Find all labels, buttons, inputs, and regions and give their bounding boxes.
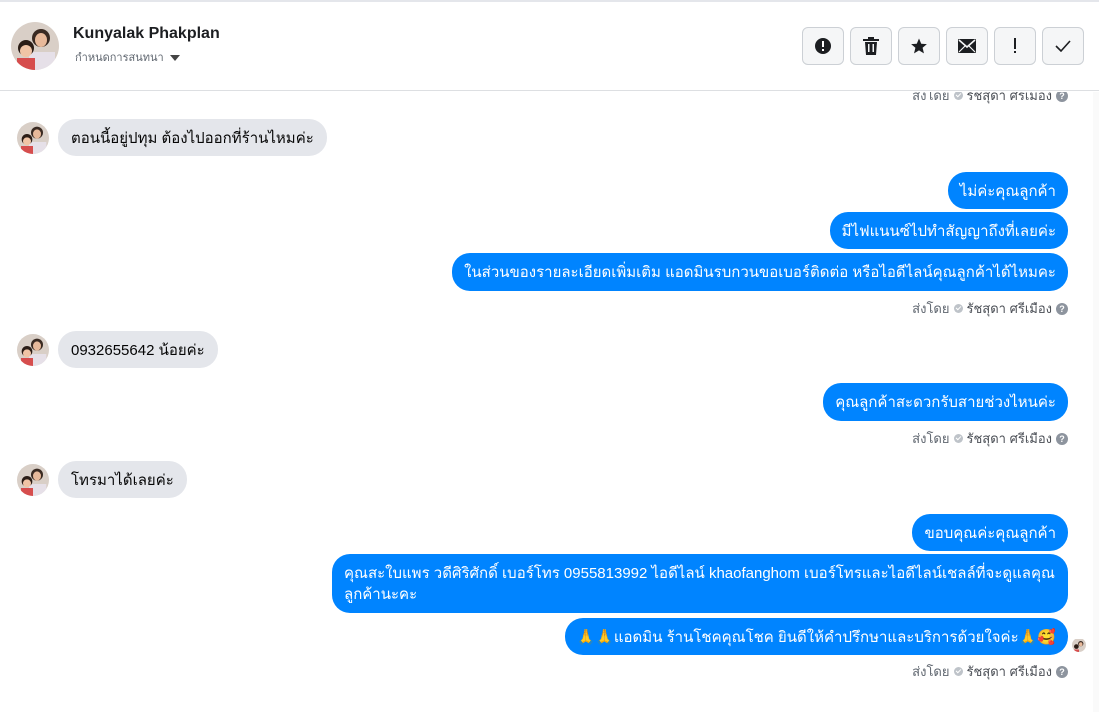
assign-conversation-dropdown[interactable]: กำหนดการสนทนา xyxy=(75,48,180,66)
report-spam-button[interactable] xyxy=(802,27,844,65)
envelope-icon xyxy=(958,39,976,53)
assign-conversation-label: กำหนดการสนทนา xyxy=(75,51,164,64)
scrollbar[interactable] xyxy=(1093,92,1099,712)
help-icon[interactable]: ? xyxy=(1056,432,1068,445)
alert-circle-icon xyxy=(815,38,831,54)
sent-by-label: ส่งโดย รัชสุดา ศรีเมือง ? xyxy=(912,298,1068,319)
outgoing-message[interactable]: 🙏🙏แอดมิน ร้านโชคคุณโชค ยินดีให้คำปรึกษาแ… xyxy=(564,618,1068,655)
message-thread[interactable]: ส่งโดย รัชสุดา ศรีเมือง ? ตอนนี้อยู่ปทุม… xyxy=(0,92,1099,712)
outgoing-message[interactable]: ในส่วนของรายละเอียดเพิ่มเติม แอดมินรบกวน… xyxy=(452,253,1068,291)
contact-avatar-small[interactable] xyxy=(17,463,49,496)
sent-by-label: ส่งโดย รัชสุดา ศรีเมือง ? xyxy=(912,661,1068,682)
check-icon xyxy=(953,667,963,676)
incoming-message-row: โทรมาได้เลยค่ะ xyxy=(17,461,187,498)
outgoing-message[interactable]: มีไฟแนนซ์ไปทำสัญญาถึงที่เลยค่ะ xyxy=(829,212,1068,249)
sent-by-label: ส่งโดย รัชสุดา ศรีเมือง ? xyxy=(912,92,1068,106)
help-icon[interactable]: ? xyxy=(1056,92,1068,102)
caret-down-icon xyxy=(169,54,180,61)
agent-name[interactable]: รัชสุดา ศรีเมือง xyxy=(967,661,1053,682)
contact-avatar-small[interactable] xyxy=(17,333,49,366)
trash-icon xyxy=(863,37,879,55)
agent-name[interactable]: รัชสุดา ศรีเมือง xyxy=(967,92,1053,106)
agent-name[interactable]: รัชสุดา ศรีเมือง xyxy=(967,428,1053,449)
outgoing-message[interactable]: คุณสะใบแพร วดีศิริศักดิ์ เบอร์โทร 095581… xyxy=(332,554,1068,613)
contact-avatar-small[interactable] xyxy=(17,121,49,154)
contact-name[interactable]: Kunyalak Phakplan xyxy=(73,25,220,43)
contact-avatar[interactable] xyxy=(11,22,59,70)
agent-name[interactable]: รัชสุดา ศรีเมือง xyxy=(967,298,1053,319)
check-icon xyxy=(1055,40,1071,52)
incoming-message[interactable]: โทรมาได้เลยค่ะ xyxy=(58,461,187,498)
delete-button[interactable] xyxy=(850,27,892,65)
outgoing-message[interactable]: ไม่ค่ะคุณลูกค้า xyxy=(947,172,1068,209)
incoming-message[interactable]: ตอนนี้อยู่ปทุม ต้องไปออกที่ร้านไหมค่ะ xyxy=(58,119,327,156)
incoming-message-row: ตอนนี้อยู่ปทุม ต้องไปออกที่ร้านไหมค่ะ xyxy=(17,119,327,156)
check-icon xyxy=(953,92,963,100)
check-icon xyxy=(953,434,963,443)
star-icon xyxy=(911,38,927,54)
help-icon[interactable]: ? xyxy=(1056,665,1068,678)
help-icon[interactable]: ? xyxy=(1056,302,1068,315)
conversation-actions xyxy=(802,27,1084,65)
mark-done-button[interactable] xyxy=(1042,27,1084,65)
outgoing-message[interactable]: ขอบคุณค่ะคุณลูกค้า xyxy=(912,514,1068,551)
outgoing-message[interactable]: คุณลูกค้าสะดวกรับสายช่วงไหนค่ะ xyxy=(823,383,1068,421)
incoming-message-row: 0932655642 น้อยค่ะ xyxy=(17,331,218,368)
check-icon xyxy=(953,304,963,313)
sent-by-label: ส่งโดย รัชสุดา ศรีเมือง ? xyxy=(912,428,1068,449)
incoming-message[interactable]: 0932655642 น้อยค่ะ xyxy=(58,331,218,368)
exclamation-icon xyxy=(1014,38,1016,53)
mark-unread-button[interactable] xyxy=(946,27,988,65)
seen-avatar xyxy=(1072,638,1086,652)
conversation-header: Kunyalak Phakplan กำหนดการสนทนา xyxy=(0,2,1099,91)
star-button[interactable] xyxy=(898,27,940,65)
important-button[interactable] xyxy=(994,27,1036,65)
